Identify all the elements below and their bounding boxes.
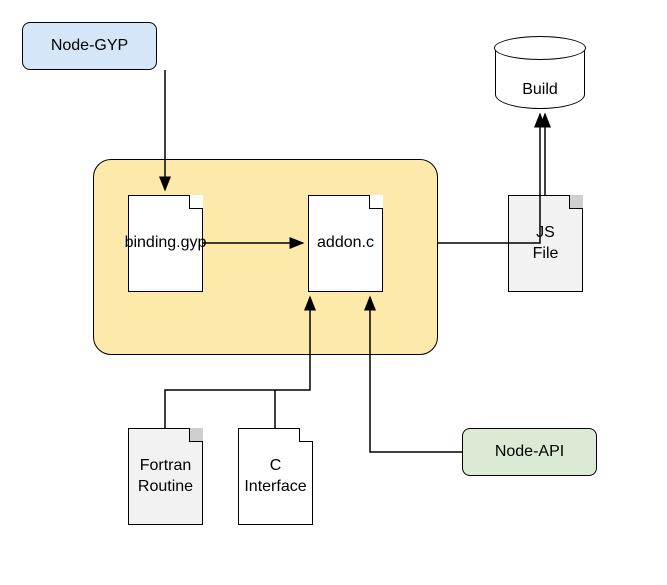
js-file-doc: JS File [508, 195, 583, 292]
node-api-box: Node-API [462, 428, 597, 476]
node-gyp-label: Node-GYP [51, 36, 128, 57]
c-interface-label: C Interface [244, 456, 306, 498]
binding-gyp-doc: binding.gyp [128, 195, 203, 292]
addon-c-doc: addon.c [308, 195, 383, 292]
fortran-routine-label: Fortran Routine [138, 456, 193, 498]
binding-gyp-label: binding.gyp [125, 233, 207, 254]
build-label: Build [495, 81, 585, 99]
addon-c-label: addon.c [317, 233, 374, 254]
js-file-label: JS File [533, 223, 559, 265]
doc-fold-icon [369, 195, 383, 209]
node-gyp-box: Node-GYP [22, 22, 157, 70]
doc-fold-icon [189, 195, 203, 209]
c-interface-doc: C Interface [238, 428, 313, 525]
doc-fold-icon [569, 195, 583, 209]
doc-fold-icon [299, 428, 313, 442]
node-api-label: Node-API [495, 442, 564, 463]
build-cylinder: Build [495, 37, 585, 109]
fortran-routine-doc: Fortran Routine [128, 428, 203, 525]
doc-fold-icon [189, 428, 203, 442]
